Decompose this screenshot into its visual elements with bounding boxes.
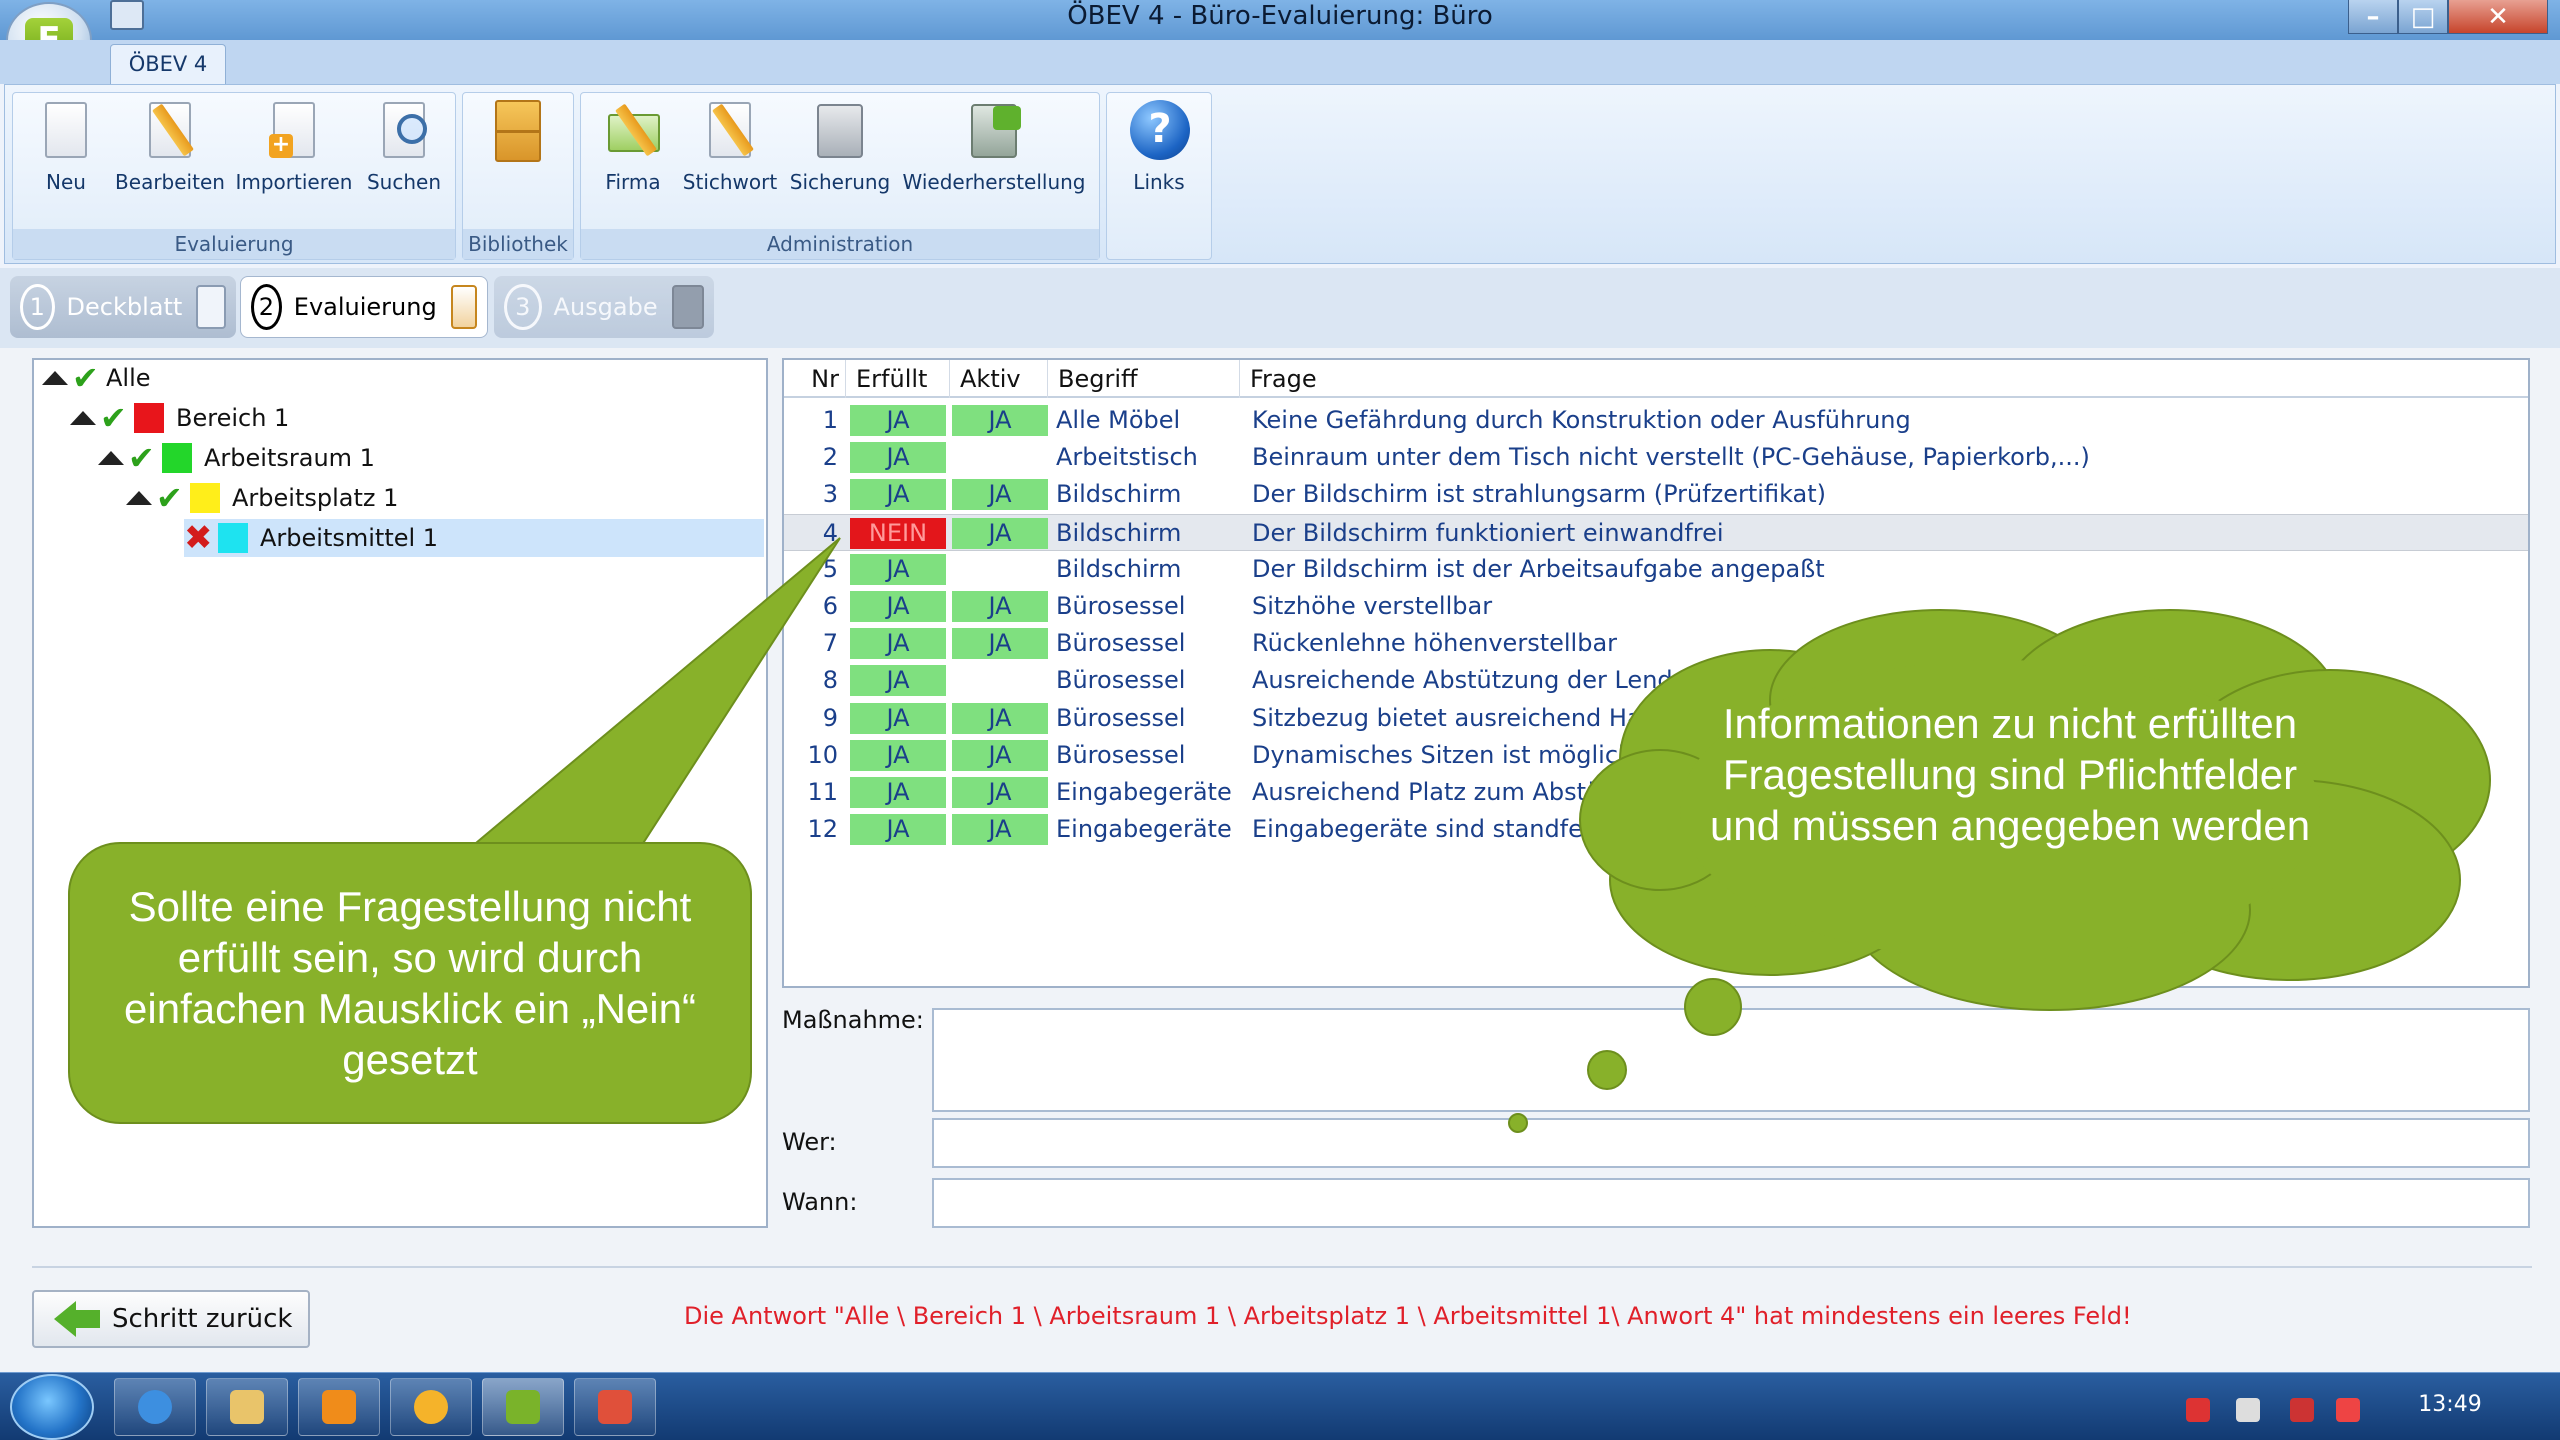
taskbar-oebev-icon[interactable] bbox=[482, 1378, 564, 1436]
tray-device-icon[interactable] bbox=[2236, 1398, 2260, 1422]
callout-left: Sollte eine Fragestellung nicht erfüllt … bbox=[68, 842, 752, 1124]
taskbar-ie-icon[interactable] bbox=[114, 1378, 196, 1436]
taskbar-presentation-icon[interactable] bbox=[574, 1378, 656, 1436]
thought-bubble-large bbox=[1684, 978, 1742, 1036]
tray-volume-icon[interactable] bbox=[2336, 1398, 2360, 1422]
thought-bubble-medium bbox=[1587, 1050, 1627, 1090]
taskbar-explorer-icon[interactable] bbox=[206, 1378, 288, 1436]
taskbar bbox=[0, 1372, 2560, 1440]
thought-bubble-small bbox=[1508, 1113, 1528, 1133]
cloud-callout-text: Informationen zu nicht erfüllten Fragest… bbox=[1709, 700, 2311, 849]
taskbar-messenger-icon[interactable] bbox=[390, 1378, 472, 1436]
taskbar-media-icon[interactable] bbox=[298, 1378, 380, 1436]
start-button[interactable] bbox=[10, 1374, 94, 1440]
taskbar-clock: 13:49 bbox=[2418, 1392, 2482, 1417]
callout-pointer bbox=[467, 537, 841, 849]
tray-network-icon[interactable] bbox=[2290, 1398, 2314, 1422]
tray-flag-icon[interactable] bbox=[2186, 1398, 2210, 1422]
